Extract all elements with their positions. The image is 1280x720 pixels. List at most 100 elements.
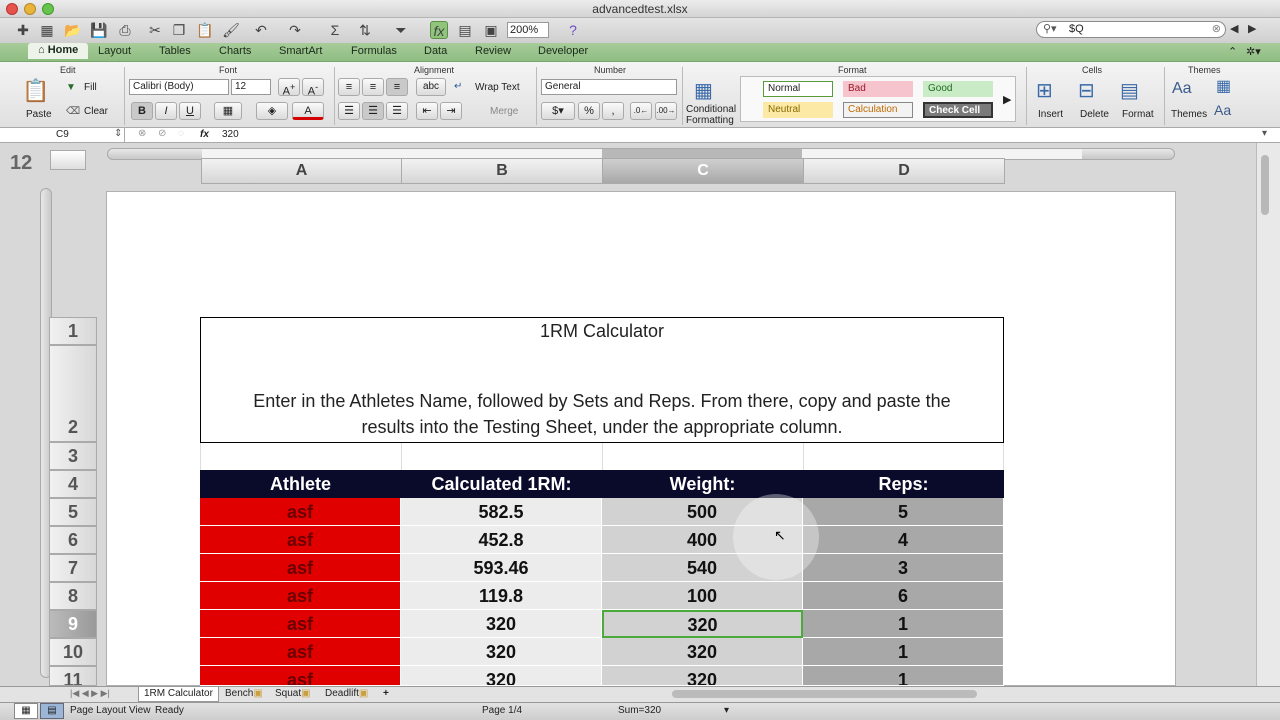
sum-indicator[interactable]: Sum=320 (618, 705, 661, 716)
insert-cells-icon[interactable]: ⊞ (1036, 78, 1053, 103)
reps-cell[interactable]: 5 (803, 498, 1004, 526)
sheet-tab-deadlift[interactable]: Deadlift▣ (320, 687, 373, 702)
athlete-cell[interactable]: asf (200, 526, 401, 554)
font-size-select[interactable]: 12 (231, 79, 271, 95)
reps-cell[interactable]: 3 (803, 554, 1004, 582)
align-right-icon[interactable]: ☰ (386, 102, 408, 120)
gallery-icon[interactable]: ▣ (482, 21, 500, 39)
formula-input[interactable]: 320 (222, 129, 239, 140)
align-center-icon[interactable]: ☰ (362, 102, 384, 120)
style-neutral[interactable]: Neutral (763, 102, 833, 118)
sum-dropdown-icon[interactable]: ▾ (724, 705, 729, 716)
font-color-icon[interactable]: A (292, 102, 324, 120)
row-header-6[interactable]: 6 (49, 526, 97, 554)
calculated-1rm-cell[interactable]: 582.5 (401, 498, 602, 526)
zoom-select[interactable]: 200% (507, 22, 549, 38)
style-bad[interactable]: Bad (843, 81, 913, 97)
theme-fonts-button[interactable]: Aa (1214, 102, 1231, 118)
style-good[interactable]: Good (923, 81, 993, 97)
bold-button[interactable]: B (131, 102, 153, 120)
font-name-select[interactable]: Calibri (Body) (129, 79, 229, 95)
weight-cell-selected[interactable]: 320 (602, 610, 803, 638)
athlete-cell[interactable]: asf (200, 554, 401, 582)
decrease-indent-icon[interactable]: ⇤ (416, 102, 438, 120)
align-middle-icon[interactable]: ≡ (362, 78, 384, 96)
calculated-1rm-cell[interactable]: 320 (401, 610, 602, 638)
confirm-entry-icon[interactable]: ⊘ (158, 128, 166, 139)
tab-layout[interactable]: Layout (98, 45, 131, 57)
horizontal-scroll-thumb[interactable] (672, 690, 977, 698)
conditional-formatting-label-2[interactable]: Formatting (686, 115, 734, 126)
reps-cell[interactable]: 6 (803, 582, 1004, 610)
row-header-10[interactable]: 10 (49, 638, 97, 666)
insert-function-button[interactable]: fx (200, 129, 209, 140)
search-back-icon[interactable]: ◀ (1230, 22, 1238, 35)
row-header-9[interactable]: 9 (49, 610, 97, 638)
paste-clipboard-icon[interactable]: 📋 (22, 78, 49, 104)
eraser-icon[interactable]: ⌫ (66, 106, 80, 117)
wrap-text-button[interactable]: Wrap Text (475, 82, 520, 93)
open-icon[interactable]: 📂 (64, 21, 82, 39)
increase-decimal-icon[interactable]: .0← (630, 102, 652, 120)
column-header-a[interactable]: A (201, 158, 402, 184)
calculated-1rm-cell[interactable]: 593.46 (401, 554, 602, 582)
fill-color-icon[interactable]: ◈ (256, 102, 288, 120)
align-left-icon[interactable]: ☰ (338, 102, 360, 120)
sort-icon[interactable]: ⇅ (356, 21, 374, 39)
text-orientation-button[interactable]: abc (416, 78, 446, 96)
sheet-tab-squat[interactable]: Squat▣ (270, 687, 316, 702)
redo-icon[interactable]: ↷ (286, 21, 304, 39)
header-calculated-1rm[interactable]: Calculated 1RM: (401, 470, 602, 498)
style-normal[interactable]: Normal (763, 81, 833, 97)
weight-cell[interactable]: 320 (602, 638, 803, 666)
cut-icon[interactable]: ✂ (146, 21, 164, 39)
athlete-cell[interactable]: asf (200, 666, 401, 686)
underline-button[interactable]: U (179, 102, 201, 120)
paste-button[interactable]: Paste (26, 109, 52, 120)
align-bottom-icon[interactable]: ≡ (386, 78, 408, 96)
decrease-font-size-button[interactable]: A- (302, 78, 324, 98)
increase-font-size-button[interactable]: A+ (278, 78, 300, 98)
insert-button[interactable]: Insert (1038, 109, 1063, 120)
row-header-8[interactable]: 8 (49, 582, 97, 610)
print-icon[interactable]: ⎙ (116, 21, 134, 39)
paste-icon[interactable]: 📋 (196, 21, 214, 39)
reps-cell[interactable]: 4 (803, 526, 1004, 554)
expand-formula-icon[interactable]: ▾ (1262, 128, 1267, 139)
vertical-scroll-thumb[interactable] (1261, 155, 1269, 215)
vertical-scrollbar[interactable] (1256, 143, 1280, 686)
sheet-tab-1rm-calculator[interactable]: 1RM Calculator (138, 687, 219, 702)
tab-tables[interactable]: Tables (159, 45, 191, 57)
conditional-formatting-icon[interactable]: ▦ (694, 78, 713, 103)
reps-cell[interactable]: 1 (803, 638, 1004, 666)
row-header-5[interactable]: 5 (49, 498, 97, 526)
new-workbook-icon[interactable]: ✚ (14, 21, 32, 39)
format-cells-icon[interactable]: ▤ (1120, 78, 1139, 103)
name-box[interactable]: C9 ⇕ (0, 128, 125, 142)
help-icon[interactable]: ? (564, 21, 582, 39)
autosum-icon[interactable]: Σ (326, 21, 344, 39)
instructions-cell[interactable]: Enter in the Athletes Name, followed by … (200, 345, 1004, 443)
calculated-1rm-cell[interactable]: 119.8 (401, 582, 602, 610)
row-header-11[interactable]: 11 (49, 666, 97, 686)
tab-smartart[interactable]: SmartArt (279, 45, 322, 57)
page-layout-view-icon[interactable]: ▤ (40, 703, 64, 719)
number-format-select[interactable]: General (541, 79, 677, 95)
select-all-button[interactable] (50, 150, 86, 170)
increase-indent-icon[interactable]: ⇥ (440, 102, 462, 120)
normal-view-icon[interactable]: ▦ (14, 703, 38, 719)
row-header-7[interactable]: 7 (49, 554, 97, 582)
cancel-entry-icon[interactable]: ⊗ (138, 128, 146, 139)
clear-button[interactable]: Clear (84, 106, 108, 117)
merge-button[interactable]: Merge (490, 106, 518, 117)
tab-home[interactable]: ⌂ Home (28, 43, 89, 59)
reps-cell[interactable]: 1 (803, 610, 1004, 638)
ribbon-settings-icon[interactable]: ✲▾ (1246, 45, 1261, 58)
tab-charts[interactable]: Charts (219, 45, 251, 57)
tab-data[interactable]: Data (424, 45, 447, 57)
tab-review[interactable]: Review (475, 45, 511, 57)
row-header-3[interactable]: 3 (49, 442, 97, 470)
formula-builder-icon[interactable]: fx (430, 21, 448, 39)
templates-icon[interactable]: ▦ (38, 21, 56, 39)
row-header-4[interactable]: 4 (49, 470, 97, 498)
